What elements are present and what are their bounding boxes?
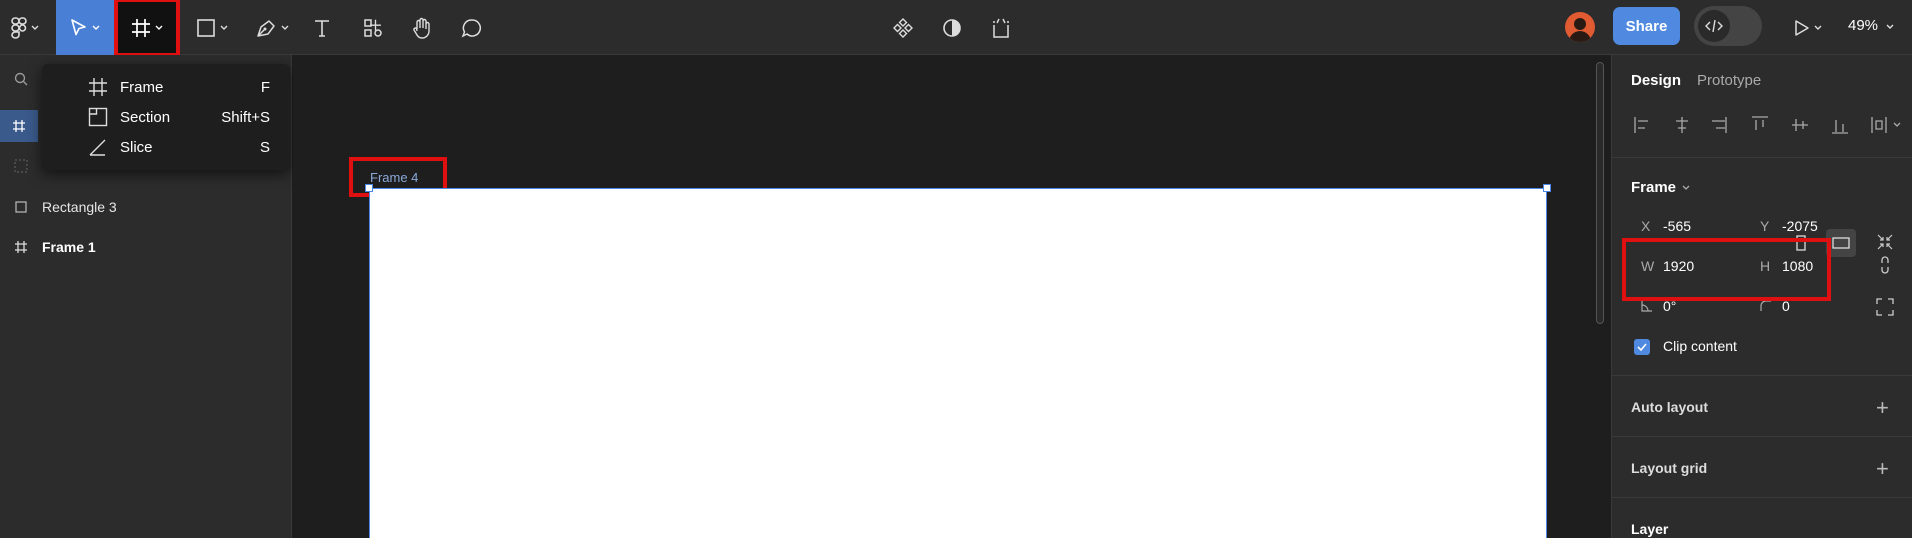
menu-item-label: Slice <box>120 138 153 156</box>
tab-prototype[interactable]: Prototype <box>1697 72 1761 89</box>
landscape-icon <box>1832 237 1850 249</box>
main-menu-button[interactable] <box>6 0 44 55</box>
menu-item-shortcut: S <box>259 138 270 156</box>
x-label: X <box>1641 218 1651 234</box>
chevron-down-icon <box>281 25 289 30</box>
pen-icon <box>257 19 275 37</box>
frame-icon <box>15 241 27 253</box>
code-icon <box>1705 19 1723 33</box>
chevron-down-icon <box>1814 25 1822 30</box>
check-icon <box>1637 343 1647 351</box>
frame-tool-button[interactable] <box>114 0 180 57</box>
frame-4[interactable] <box>369 188 1547 538</box>
menu-item-frame[interactable]: Frame F <box>42 72 290 102</box>
hand-icon <box>413 17 430 39</box>
layer-row[interactable]: Rectangle 3 <box>0 191 292 223</box>
chevron-down-icon <box>220 25 228 30</box>
user-icon <box>1569 18 1591 42</box>
menu-item-slice[interactable]: Slice S <box>42 132 290 162</box>
tab-design[interactable]: Design <box>1631 72 1681 89</box>
layer-row[interactable]: Frame 1 <box>0 231 292 263</box>
frame-icon <box>132 18 150 37</box>
alignment-icons[interactable] <box>1634 116 1904 134</box>
corner-radius-icon <box>1760 300 1771 311</box>
cursor-icon <box>71 18 86 35</box>
slice-icon <box>89 139 106 156</box>
rotation-icon <box>1641 301 1652 312</box>
dev-mode-knob <box>1698 10 1730 42</box>
chevron-down-icon <box>155 25 163 30</box>
text-tool-button[interactable] <box>307 0 337 55</box>
crop-button[interactable] <box>986 0 1016 55</box>
resources-button[interactable] <box>358 0 388 55</box>
layout-grid-heading[interactable]: Layout grid <box>1631 460 1707 476</box>
independent-corners-icon[interactable] <box>1876 298 1894 316</box>
clip-content-checkbox[interactable] <box>1634 339 1650 355</box>
rectangle-icon <box>15 201 27 213</box>
clip-content-label[interactable]: Clip content <box>1663 338 1737 354</box>
frame-icon <box>13 120 25 132</box>
y-label: Y <box>1760 218 1770 234</box>
shape-tool-button[interactable] <box>188 0 236 55</box>
vertical-scrollbar[interactable] <box>1596 62 1604 324</box>
divider <box>1612 436 1912 437</box>
menu-item-shortcut: F <box>260 78 270 96</box>
contrast-icon <box>943 18 961 37</box>
frame-icon <box>89 78 107 96</box>
zoom-value: 49% <box>1848 17 1879 34</box>
menu-item-label: Section <box>120 108 171 126</box>
dev-mode-toggle[interactable] <box>1694 6 1762 46</box>
hidden-layer-icon <box>14 159 28 178</box>
zoom-level[interactable]: 49% <box>1848 17 1894 34</box>
chevron-down-icon <box>92 25 100 30</box>
highlight-box <box>1622 238 1831 301</box>
figma-logo-icon <box>11 16 27 39</box>
mask-button[interactable] <box>937 0 967 55</box>
pen-tool-button[interactable] <box>248 0 296 55</box>
layer-row-selected[interactable] <box>0 110 38 142</box>
move-tool-button[interactable] <box>56 0 114 55</box>
toolbar: Share 49% <box>0 0 1912 57</box>
divider <box>1612 497 1912 498</box>
frame-tool-menu: Frame F Section Shift+S Slice S <box>42 64 290 170</box>
resize-handle[interactable] <box>365 184 373 192</box>
avatar[interactable] <box>1565 12 1595 42</box>
chevron-down-icon <box>1886 24 1894 29</box>
comment-icon <box>461 18 482 38</box>
chevron-down-icon <box>31 25 39 30</box>
menu-item-section[interactable]: Section Shift+S <box>42 102 290 132</box>
auto-layout-heading[interactable]: Auto layout <box>1631 399 1708 415</box>
y-input[interactable]: -2075 <box>1782 218 1818 234</box>
search-icon[interactable] <box>14 72 28 91</box>
play-icon <box>1795 19 1809 36</box>
rectangle-icon <box>197 18 215 37</box>
layer-label: Rectangle 3 <box>42 199 117 215</box>
menu-item-label: Frame <box>120 78 164 96</box>
section-icon <box>88 107 108 127</box>
resize-handle[interactable] <box>1543 184 1551 192</box>
component-button[interactable] <box>888 0 918 55</box>
menu-item-shortcut: Shift+S <box>221 108 270 126</box>
hand-tool-button[interactable] <box>407 0 437 55</box>
text-icon <box>315 19 329 37</box>
resources-icon <box>364 18 382 37</box>
present-button[interactable] <box>1788 0 1828 55</box>
divider <box>1612 375 1912 376</box>
component-icon <box>893 17 913 38</box>
chevron-down-icon[interactable] <box>1682 185 1690 191</box>
add-auto-layout-icon[interactable]: + <box>1876 397 1889 419</box>
share-button[interactable]: Share <box>1613 7 1680 45</box>
comment-tool-button[interactable] <box>457 0 487 55</box>
constrain-proportions-icon[interactable] <box>1879 256 1891 274</box>
crop-icon <box>993 18 1009 38</box>
add-layout-grid-icon[interactable]: + <box>1876 458 1889 480</box>
layer-heading: Layer <box>1631 521 1669 537</box>
frame-heading[interactable]: Frame <box>1631 179 1676 196</box>
resize-to-fit-icon[interactable] <box>1876 233 1894 251</box>
x-input[interactable]: -565 <box>1663 218 1691 234</box>
layer-label: Frame 1 <box>42 239 96 255</box>
divider <box>1612 157 1912 158</box>
